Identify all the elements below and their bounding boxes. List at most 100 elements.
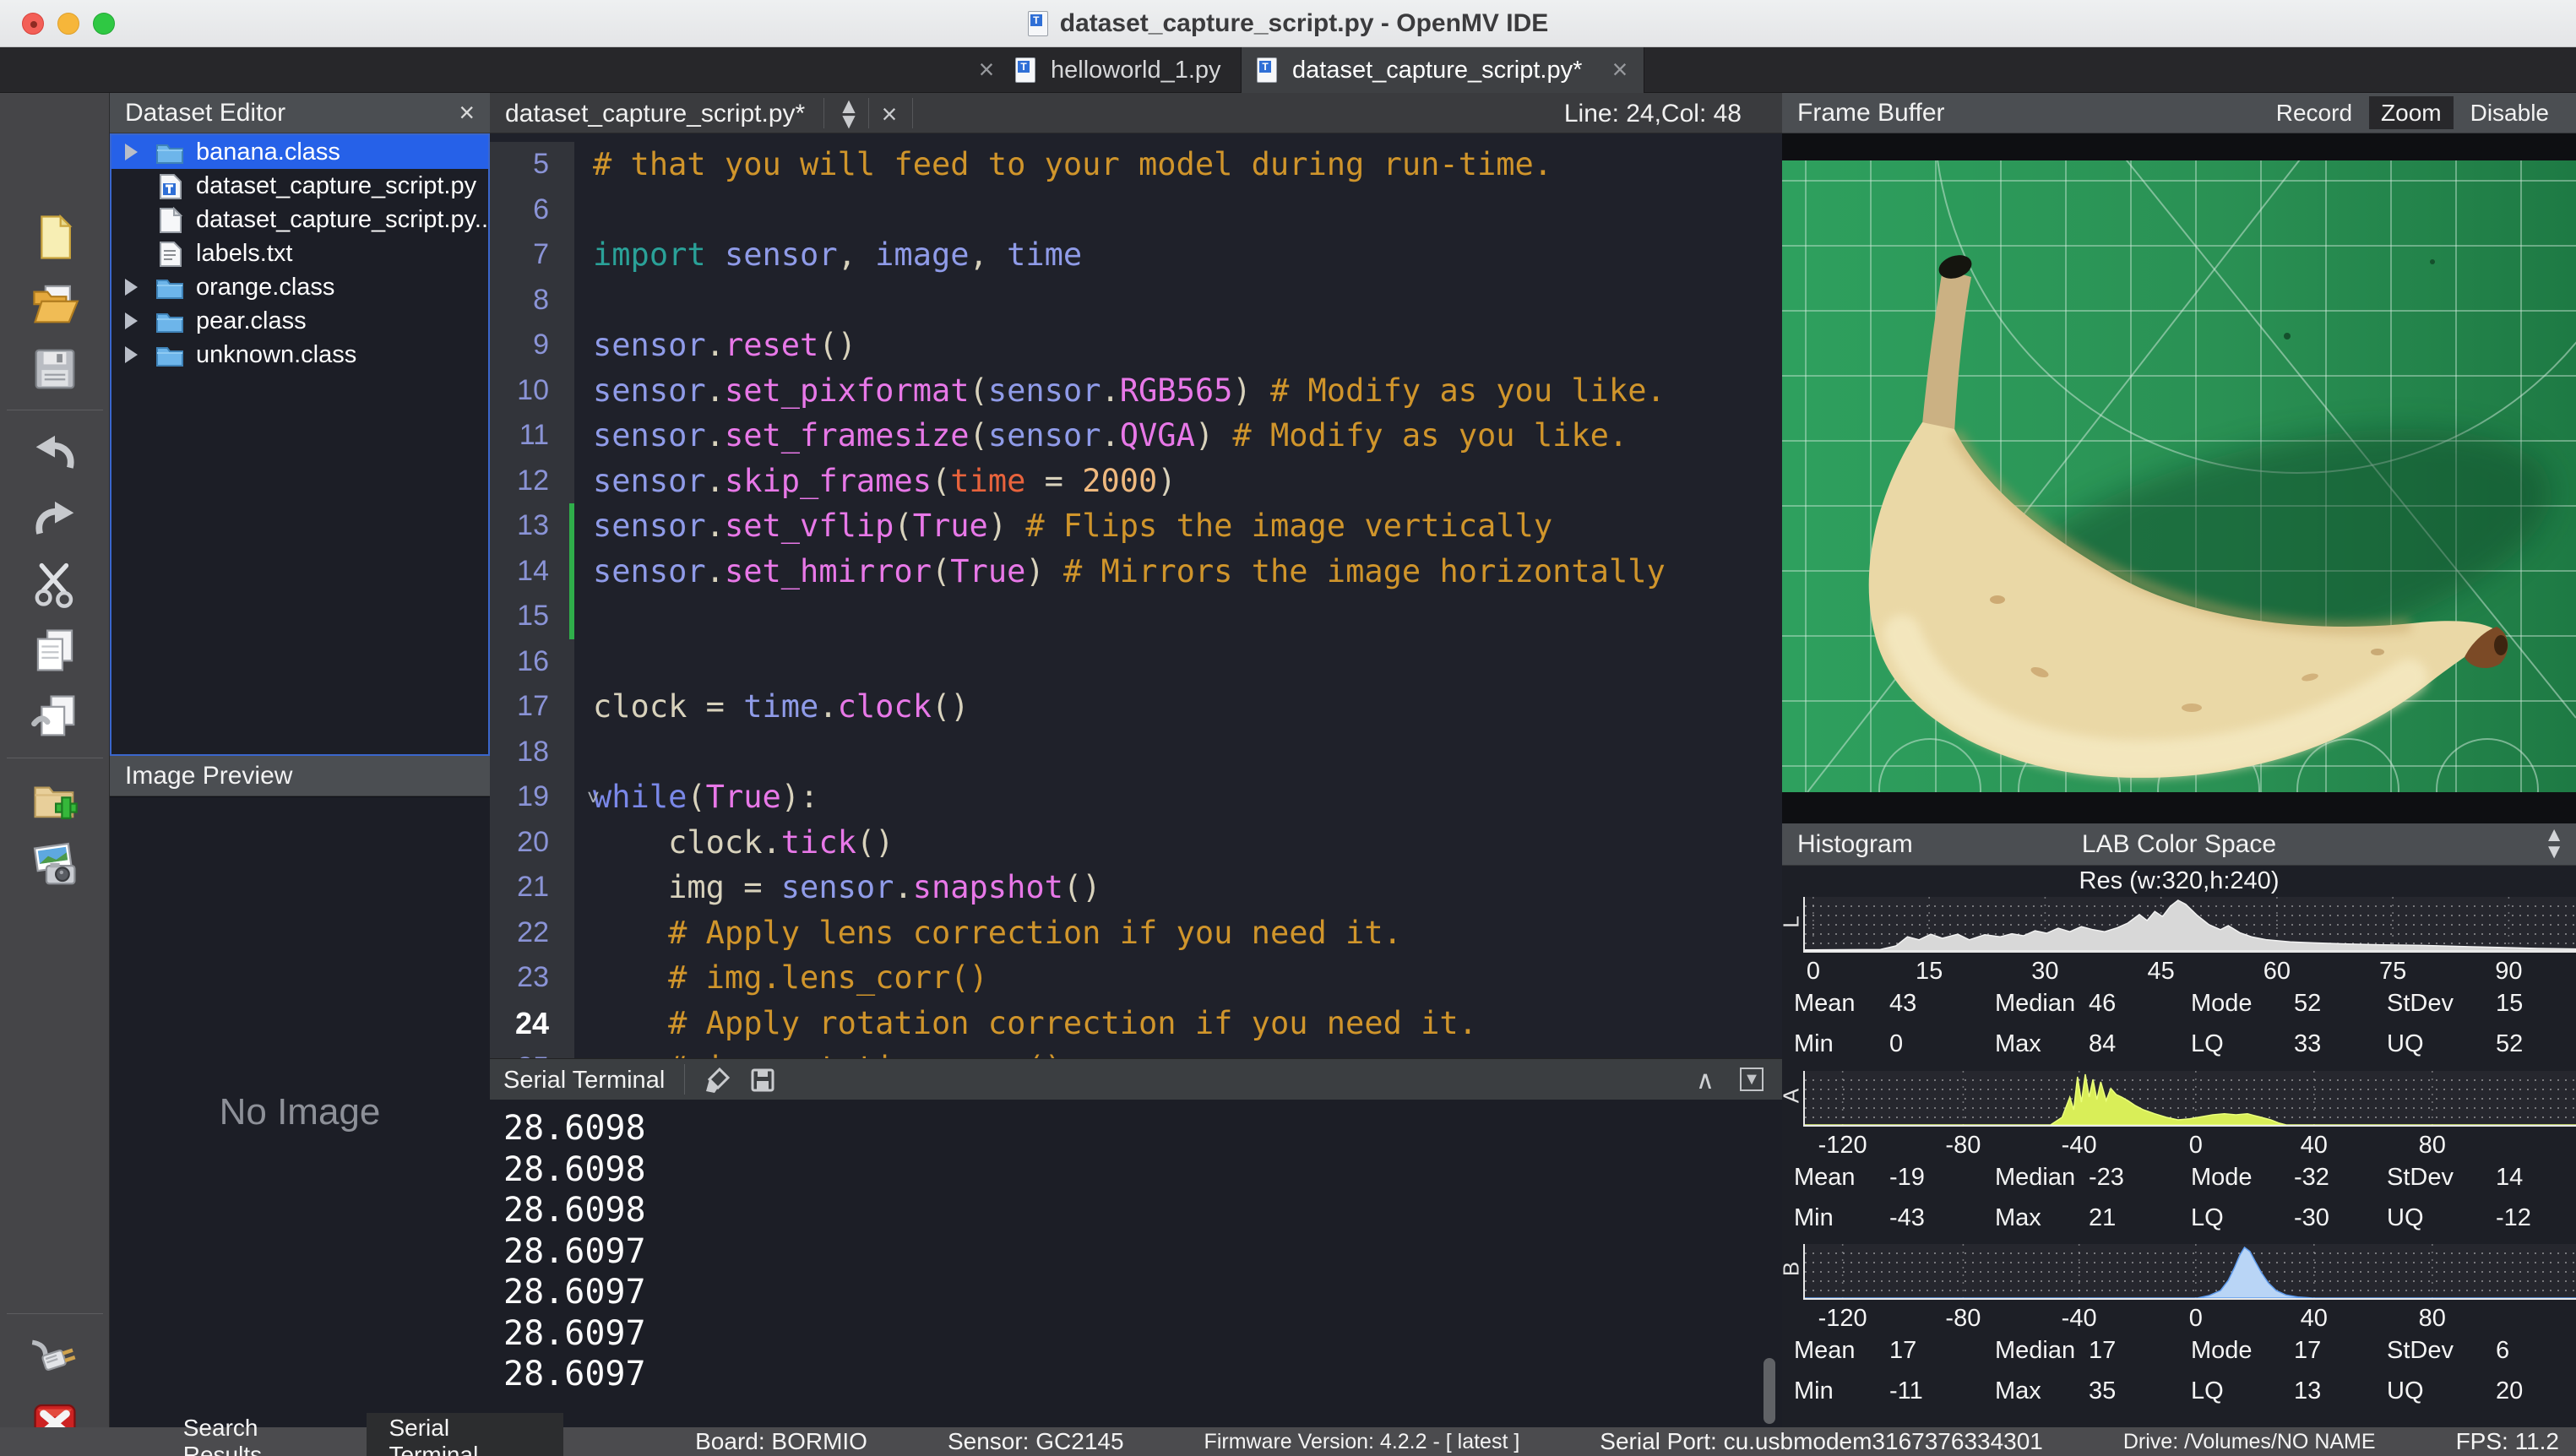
collapse-terminal-icon[interactable]: ∧ [1696, 1066, 1715, 1095]
copy-button[interactable] [30, 626, 79, 675]
status-bar: Search Results Serial Terminal Board: BO… [0, 1427, 2576, 1456]
stat-label: Median [1995, 990, 2075, 1018]
stat-value: 14 [2496, 1164, 2523, 1192]
serial-terminal-output[interactable]: 28.609828.609828.609828.609728.609728.60… [490, 1100, 1782, 1427]
terminal-scrollbar[interactable] [1764, 1358, 1775, 1424]
code-token: ( [894, 508, 912, 544]
editor-tab-bar: × helloworld_1.py dataset_capture_script… [0, 47, 2576, 93]
code-line: 9sensor.reset() [490, 323, 1782, 368]
tree-item-dataset-capture-script-py-[interactable]: dataset_capture_script.py.... [111, 203, 488, 236]
statusbar-tab-serial-terminal[interactable]: Serial Terminal [367, 1413, 563, 1456]
code-line: 18 [490, 730, 1782, 775]
document-bar: dataset_capture_script.py* ▲▼ × Line: 24… [490, 93, 1782, 133]
code-token: . [706, 417, 725, 454]
redo-button[interactable] [30, 494, 79, 543]
new-class-folder-button[interactable] [30, 774, 79, 823]
tab-dataset-capture-script[interactable]: dataset_capture_script.py* × [1241, 47, 1644, 93]
tree-item-labels-txt[interactable]: labels.txt [111, 236, 488, 270]
code-text: while(True): [574, 774, 818, 820]
frame-buffer-title: Frame Buffer [1797, 99, 1945, 128]
axis-tick: 30 [2031, 958, 2058, 986]
stat-label: Max [1995, 1030, 2041, 1058]
axis-tick: 0 [1807, 958, 1820, 986]
frame-buffer-button-record[interactable]: Record [2264, 96, 2364, 129]
code-token: sensor [988, 372, 1101, 409]
code-line: 24 # Apply rotation correction if you ne… [490, 1001, 1782, 1046]
close-document-icon[interactable]: × [874, 99, 905, 130]
capture-data-button[interactable] [30, 840, 79, 889]
expand-arrow-icon[interactable] [125, 312, 138, 329]
code-token: ) [1025, 553, 1063, 589]
minimize-window-button[interactable] [57, 13, 79, 35]
connect-button[interactable] [30, 1331, 79, 1380]
code-token: time [1007, 236, 1082, 273]
tab-helloworld[interactable]: helloworld_1.py [1051, 57, 1221, 84]
channel-label-a: A [1779, 1085, 1805, 1107]
code-token: # Flips the image vertically [1025, 508, 1552, 544]
save-file-button[interactable] [30, 345, 79, 394]
stat-label: Max [1995, 1377, 2041, 1405]
code-editor[interactable]: 5# that you will feed to your model duri… [490, 133, 1782, 1058]
tree-item-unknown-class[interactable]: unknown.class [111, 338, 488, 372]
zoom-window-button[interactable] [93, 13, 115, 35]
code-text: # img.rotation_corr() [574, 1046, 1063, 1058]
document-title[interactable]: dataset_capture_script.py* [505, 100, 805, 128]
document-selector-icon[interactable]: ▲▼ [836, 98, 861, 128]
close-panel-icon[interactable]: × [459, 97, 475, 128]
fold-arrow-icon[interactable]: ˅ [587, 775, 600, 821]
code-text: clock.tick() [574, 820, 894, 866]
open-file-icon [30, 279, 79, 328]
expand-arrow-icon[interactable] [125, 279, 138, 296]
clear-terminal-icon[interactable] [703, 1066, 731, 1095]
dock-terminal-icon[interactable]: ▼ [1740, 1068, 1764, 1091]
copy-icon [30, 626, 79, 675]
tree-item-label: orange.class [196, 274, 334, 302]
expand-arrow-icon[interactable] [125, 346, 138, 363]
color-space-dropdown-icon[interactable]: ▲▼ [2544, 827, 2564, 861]
line-number: 6 [490, 187, 574, 233]
frame-buffer-header: Frame Buffer RecordZoomDisable [1782, 93, 2576, 133]
code-line: 25 # img.rotation_corr() [490, 1046, 1782, 1058]
frame-buffer-button-zoom[interactable]: Zoom [2369, 96, 2454, 129]
close-tab-icon[interactable]: × [1605, 54, 1635, 85]
code-token: . [706, 508, 725, 544]
open-file-button[interactable] [30, 279, 79, 328]
tree-item-dataset-capture-script-py[interactable]: dataset_capture_script.py [111, 169, 488, 203]
histogram-header: Histogram LAB Color Space ▲▼ [1782, 823, 2576, 866]
tree-item-orange-class[interactable]: orange.class [111, 270, 488, 304]
axis-tick: 80 [2419, 1132, 2446, 1160]
expand-arrow-icon[interactable] [125, 144, 138, 160]
tree-item-label: banana.class [196, 139, 340, 166]
axis-tick: 0 [2189, 1132, 2203, 1160]
stat-value: 0 [1889, 1030, 1903, 1058]
line-number: 7 [490, 232, 574, 278]
axis-tick: 80 [2419, 1305, 2446, 1333]
axis-tick: -40 [2062, 1305, 2097, 1333]
tree-item-pear-class[interactable]: pear.class [111, 304, 488, 338]
code-token: sensor [593, 417, 706, 454]
code-token: sensor [593, 463, 706, 499]
tree-item-label: unknown.class [196, 341, 356, 369]
stat-label: UQ [2387, 1377, 2424, 1405]
close-window-button[interactable] [22, 13, 44, 35]
save-log-icon[interactable] [748, 1066, 777, 1095]
undo-button[interactable] [30, 428, 79, 477]
new-file-button[interactable] [30, 213, 79, 262]
code-token: . [894, 869, 912, 905]
paste-button[interactable] [30, 692, 79, 741]
code-line: 21 img = sensor.snapshot() [490, 865, 1782, 910]
cut-button[interactable] [30, 560, 79, 609]
histogram-plot-b [1803, 1244, 2576, 1300]
code-text: sensor.reset() [574, 323, 856, 368]
color-space-select[interactable]: LAB Color Space [1782, 830, 2576, 859]
statusbar-tab-search-results[interactable]: Search Results [161, 1413, 362, 1456]
status-field-fps: FPS: 11.2 [2456, 1428, 2559, 1455]
close-tab-icon[interactable]: × [971, 54, 1002, 85]
channel-label-l: L [1779, 911, 1805, 933]
code-token: # Modify as you like. [1232, 417, 1628, 454]
frame-buffer-button-disable[interactable]: Disable [2459, 96, 2561, 129]
code-token: sensor [725, 236, 838, 273]
tree-item-banana-class[interactable]: banana.class [111, 135, 488, 169]
code-line: 12sensor.skip_frames(time = 2000) [490, 459, 1782, 504]
stat-value: 21 [2089, 1204, 2116, 1232]
